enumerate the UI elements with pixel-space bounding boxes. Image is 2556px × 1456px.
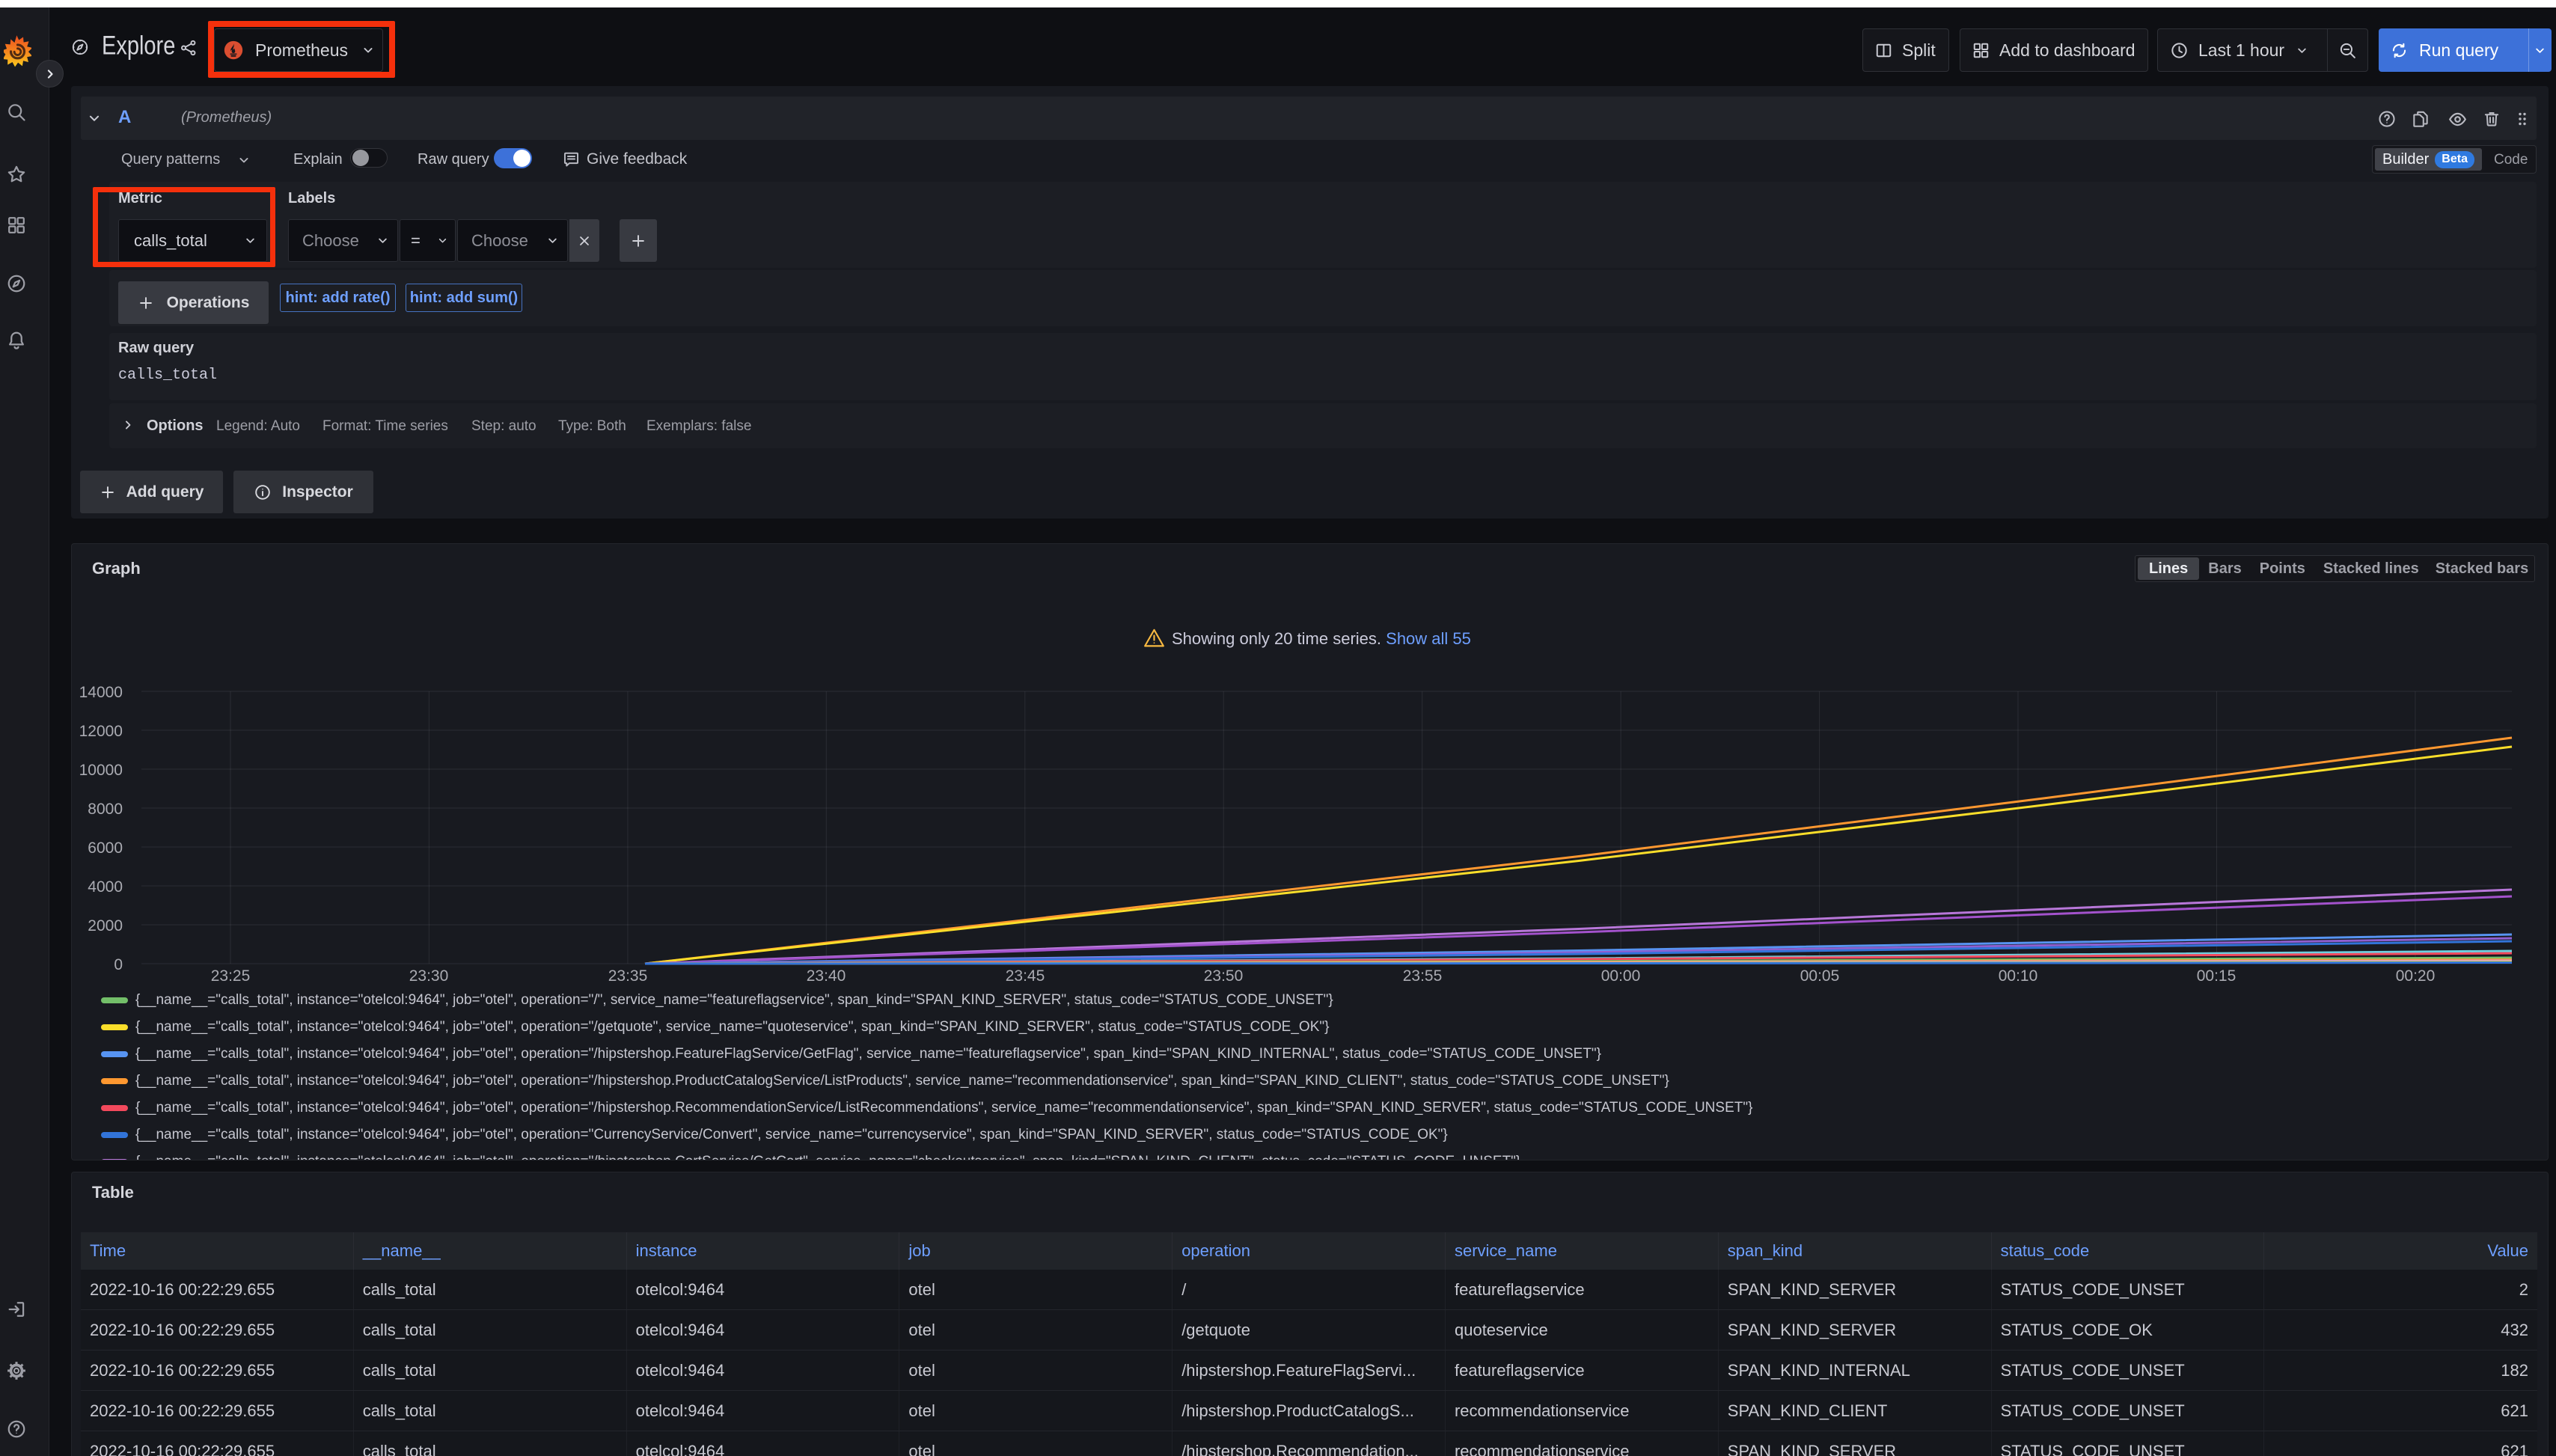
svg-text:2000: 2000 (88, 917, 123, 935)
svg-text:14000: 14000 (79, 684, 123, 701)
svg-text:23:45: 23:45 (1006, 967, 1045, 985)
svg-text:23:30: 23:30 (409, 967, 449, 985)
svg-text:23:55: 23:55 (1403, 967, 1443, 985)
svg-text:23:50: 23:50 (1204, 967, 1244, 985)
svg-text:23:25: 23:25 (211, 967, 251, 985)
svg-text:4000: 4000 (88, 878, 123, 896)
svg-text:00:05: 00:05 (1800, 967, 1840, 985)
svg-text:8000: 8000 (88, 801, 123, 818)
svg-text:12000: 12000 (79, 723, 123, 740)
svg-text:00:10: 00:10 (1999, 967, 2038, 985)
svg-text:10000: 10000 (79, 762, 123, 779)
svg-text:6000: 6000 (88, 839, 123, 857)
svg-text:00:15: 00:15 (2197, 967, 2236, 985)
svg-text:23:35: 23:35 (608, 967, 648, 985)
svg-text:0: 0 (114, 956, 123, 973)
svg-text:00:20: 00:20 (2396, 967, 2436, 985)
svg-text:23:40: 23:40 (807, 967, 846, 985)
svg-text:00:00: 00:00 (1601, 967, 1641, 985)
